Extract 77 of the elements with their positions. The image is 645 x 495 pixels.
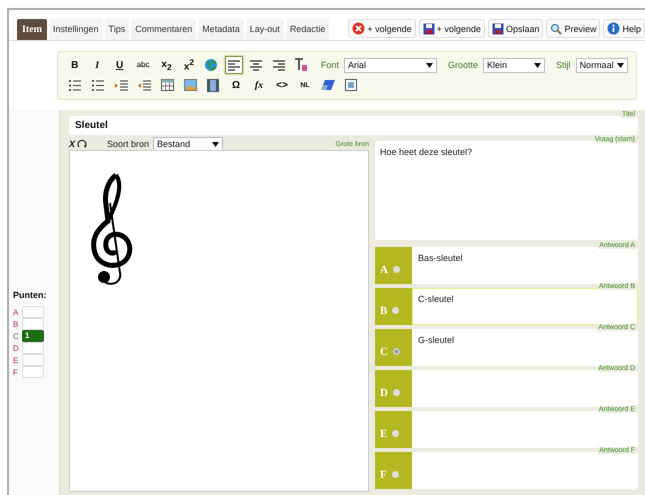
help-button[interactable]: Help — [603, 19, 645, 38]
align-left-button[interactable] — [225, 56, 243, 74]
points-heading: Punten: — [13, 290, 48, 300]
rotate-icon[interactable] — [77, 139, 88, 149]
info-icon — [607, 22, 620, 35]
answer-letter: C — [380, 346, 388, 358]
select-label: Grootte — [448, 60, 478, 70]
answer-field[interactable] — [412, 452, 638, 489]
format-button[interactable]: B — [66, 56, 84, 74]
format-button[interactable]: <> — [273, 76, 291, 94]
format-button[interactable]: x$^{2}$ — [180, 56, 198, 74]
format-button[interactable]: fx — [250, 76, 268, 94]
dropdown-arrow-icon — [426, 62, 433, 68]
radio-button[interactable] — [392, 430, 400, 437]
tab[interactable]: Lay-out — [246, 19, 284, 40]
clear-format-button[interactable] — [292, 56, 310, 74]
radio-button[interactable] — [392, 471, 399, 478]
close-icon — [352, 22, 366, 35]
answer-letter: C — [13, 332, 20, 340]
magnifier-icon — [550, 22, 562, 34]
tab[interactable]: Tips — [104, 19, 130, 40]
answer-letter: E — [13, 356, 20, 364]
answer-letter: B — [13, 320, 20, 328]
answer-field[interactable] — [412, 411, 638, 448]
answer-letter: D — [13, 344, 20, 352]
dropdown[interactable]: Normaal — [576, 58, 628, 72]
tab[interactable]: Metadata — [198, 19, 244, 40]
format-button[interactable]: abc — [133, 56, 153, 74]
dropdown-arrow-icon — [617, 62, 624, 68]
answer-field[interactable]: C-sleutel — [412, 288, 638, 325]
table-button[interactable] — [158, 76, 176, 94]
format-button[interactable]: U — [110, 56, 128, 74]
points-field[interactable] — [22, 342, 44, 354]
answer-letter: A — [380, 264, 388, 276]
dropdown[interactable]: Arial — [344, 58, 437, 72]
image-button[interactable] — [181, 76, 199, 94]
dropdown-arrow-icon — [534, 62, 542, 68]
answer-letter: F — [13, 368, 19, 376]
save-button[interactable]: + volgende — [418, 19, 485, 38]
select-label: Stijl — [556, 60, 571, 70]
fullscreen-button[interactable] — [342, 76, 360, 94]
answer-field[interactable]: G-sleutel — [412, 329, 638, 366]
points-field[interactable] — [22, 306, 44, 318]
format-button[interactable]: I — [88, 56, 106, 74]
answer-field[interactable] — [412, 370, 638, 407]
delete-button[interactable]: X — [69, 139, 76, 149]
film-button[interactable] — [204, 76, 222, 94]
points-field[interactable] — [22, 354, 44, 366]
dropdown-arrow-icon — [212, 142, 220, 146]
preview-button[interactable]: Preview — [546, 19, 600, 38]
question-field[interactable]: Hoe heet deze sleutel? — [375, 141, 638, 240]
title-field[interactable]: Sleutel — [69, 116, 638, 135]
dropdown[interactable]: Klein — [482, 58, 546, 72]
source-type-dropdown[interactable]: Bestand — [153, 136, 224, 152]
radio-button[interactable] — [392, 389, 400, 396]
radio-button[interactable] — [392, 266, 400, 273]
answer-letter: D — [380, 386, 388, 398]
radio-button[interactable] — [392, 348, 400, 355]
answer-letter: F — [380, 468, 387, 480]
answer-letter: E — [380, 428, 388, 440]
tab[interactable]: Item — [17, 19, 47, 40]
points-field[interactable] — [22, 318, 44, 330]
tab[interactable]: Commentaren — [131, 19, 196, 40]
format-button[interactable]: Ω — [227, 76, 245, 94]
tab[interactable]: Instellingen — [49, 19, 103, 40]
cancel-button[interactable]: + volgende — [348, 19, 416, 38]
points-field[interactable] — [22, 366, 44, 378]
answer-letter: B — [380, 304, 388, 316]
select-label: Font — [320, 60, 339, 70]
format-button[interactable]: x$_{2}$ — [158, 56, 176, 74]
save-button[interactable]: Opslaan — [488, 19, 544, 38]
source-type-label: Soort bron — [107, 139, 150, 149]
answer-field[interactable]: Bas-sleutel — [412, 247, 638, 284]
tab[interactable]: Redactie — [286, 19, 330, 40]
answer-letter: A — [13, 308, 20, 316]
radio-button[interactable] — [392, 307, 400, 314]
points-field[interactable]: 1 — [22, 330, 44, 342]
